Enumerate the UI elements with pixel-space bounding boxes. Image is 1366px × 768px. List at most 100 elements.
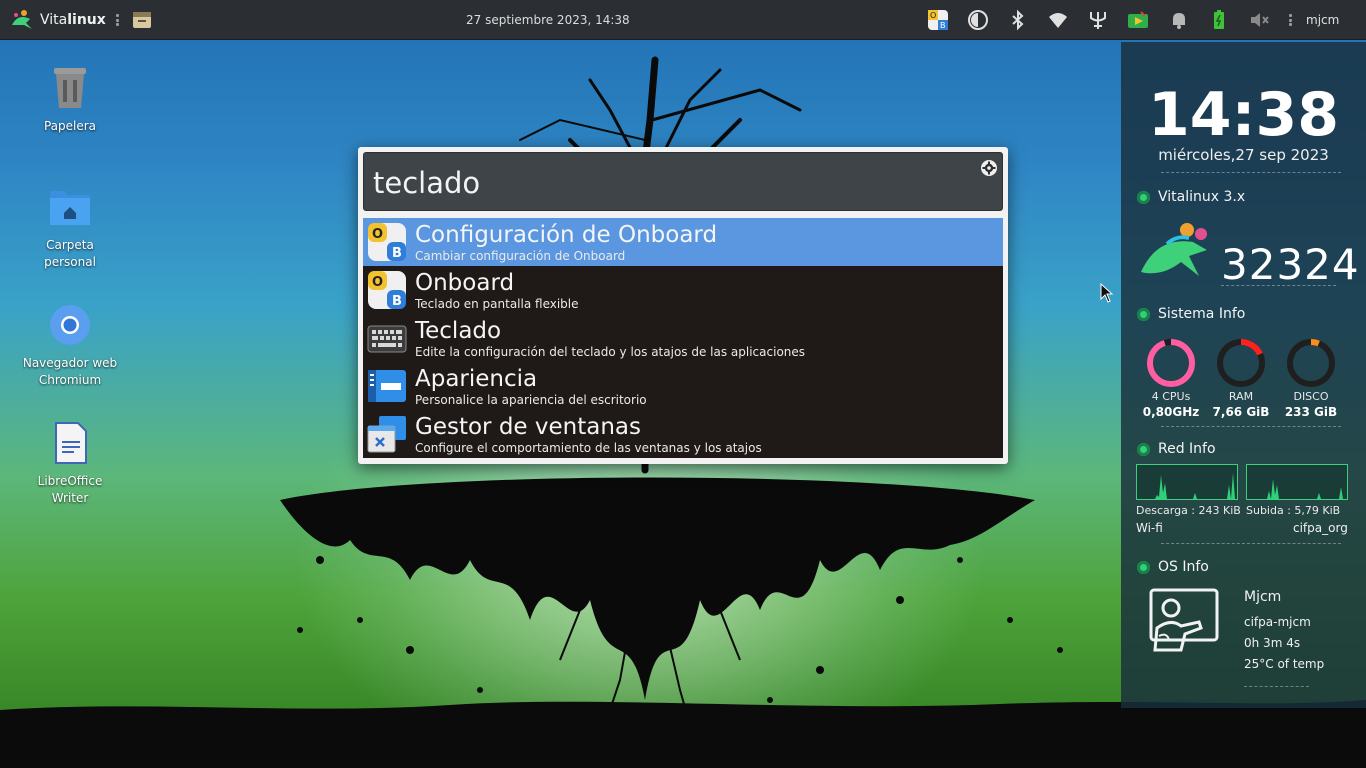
gauge-label: RAM [1228, 390, 1254, 403]
svg-text:O: O [372, 227, 383, 242]
launcher-result-onboard[interactable]: OB Onboard Teclado en pantalla flexible [363, 266, 1003, 314]
os-hostname: cifpa-mjcm [1244, 615, 1311, 629]
section-title: Vitalinux 3.x [1158, 189, 1246, 205]
home-folder-icon [46, 183, 94, 231]
mouse-pointer-icon [1100, 282, 1114, 303]
download-rate: Descarga : 243 KiB [1136, 504, 1241, 517]
result-title: Onboard [415, 270, 515, 296]
upload-graph [1246, 464, 1348, 500]
status-dot-icon [1137, 307, 1150, 321]
result-title: Configuración de Onboard [415, 222, 718, 248]
panel-separator [116, 14, 120, 26]
onboard-icon: OB [367, 222, 407, 262]
divider [1161, 543, 1341, 544]
vitalinux-logo-icon [1137, 220, 1222, 285]
result-title: Gestor de ventanas [415, 414, 641, 440]
status-dot-icon [1137, 190, 1150, 204]
bluetooth-icon[interactable] [1007, 9, 1029, 31]
svg-text:O: O [372, 275, 383, 290]
gear-icon [981, 160, 997, 176]
trident-tray-icon[interactable] [1087, 9, 1109, 31]
launcher-result-appearance[interactable]: Apariencia Personalice la apariencia del… [363, 362, 1003, 410]
os-temperature: 25°C of temp [1244, 657, 1325, 671]
disk-gauge: DISCO 233 GiB [1281, 338, 1341, 419]
notifications-bell-icon[interactable] [1168, 9, 1190, 31]
upload-rate: Subida : 5,79 KiB [1246, 504, 1341, 517]
launcher-results-list: OB Configuración de Onboard Cambiar conf… [363, 218, 1003, 458]
visit-counter: 32324 [1221, 240, 1360, 289]
brand-prefix: Vita [40, 12, 68, 28]
network-interface: Wi-fi [1136, 521, 1163, 535]
user-menu-button[interactable]: mjcm [1306, 0, 1339, 40]
vitalinux-logo-icon [12, 10, 32, 29]
desktop-icon-label: Carpeta personal [44, 238, 96, 269]
vitalinux-section-header: Vitalinux 3.x [1137, 187, 1245, 207]
os-section-header: OS Info [1137, 557, 1209, 577]
top-panel: Vitalinux 27 septiembre 2023, 14:38 OB m… [0, 0, 1366, 40]
svg-text:B: B [940, 21, 946, 30]
section-title: Sistema Info [1158, 306, 1246, 322]
conky-widget-panel: 14:38 miércoles,27 sep 2023 Vitalinux 3.… [1121, 42, 1366, 708]
launcher-result-onboard-settings[interactable]: OB Configuración de Onboard Cambiar conf… [363, 218, 1003, 266]
result-description: Personalice la apariencia del escritorio [415, 393, 647, 407]
desktop-icon-home-folder[interactable]: Carpeta personal [20, 183, 120, 271]
panel-clock[interactable]: 27 septiembre 2023, 14:38 [466, 0, 630, 40]
volume-muted-icon[interactable] [1248, 9, 1270, 31]
network-name: cifpa_org [1293, 521, 1348, 535]
gauge-value: 233 GiB [1284, 405, 1338, 419]
media-tray-icon[interactable] [1127, 9, 1149, 31]
desktop-icon-label: LibreOffice Writer [37, 474, 103, 505]
launcher-result-window-manager[interactable]: Gestor de ventanas Configure el comporta… [363, 410, 1003, 458]
brand-bold: linux [67, 12, 106, 28]
window-manager-icon [367, 414, 407, 454]
file-manager-launcher-icon[interactable] [131, 9, 153, 31]
svg-text:O: O [930, 11, 936, 20]
svg-text:B: B [392, 294, 402, 309]
user-name: mjcm [1306, 13, 1340, 27]
ram-gauge: RAM 7,66 GiB [1211, 338, 1271, 419]
section-title: OS Info [1158, 559, 1209, 575]
gauge-ring [1217, 339, 1265, 387]
writer-icon [46, 419, 94, 467]
battery-icon[interactable] [1208, 9, 1230, 31]
divider [1244, 686, 1309, 687]
gauge-ring [1287, 339, 1335, 387]
divider [1161, 172, 1341, 173]
status-dot-icon [1137, 442, 1150, 456]
launcher-search-input[interactable] [373, 163, 963, 203]
wifi-icon[interactable] [1047, 9, 1069, 31]
result-title: Teclado [415, 318, 502, 344]
cpu-gauge: 4 CPUs 0,80GHz [1141, 338, 1201, 419]
gauge-label: 4 CPUs [1151, 390, 1191, 403]
desktop-icon-chromium[interactable]: Navegador web Chromium [20, 301, 120, 389]
sistema-section-header: Sistema Info [1137, 304, 1245, 324]
onboard-tray-icon[interactable]: OB [927, 9, 949, 31]
gauge-label: DISCO [1293, 390, 1329, 403]
desktop-icon-writer[interactable]: LibreOffice Writer [20, 419, 120, 507]
contrast-icon[interactable] [967, 9, 989, 31]
widget-clock: 14:38 [1148, 80, 1339, 150]
appearance-icon [367, 366, 407, 406]
divider [1221, 285, 1336, 286]
launcher-search-box [363, 152, 1003, 211]
red-section-header: Red Info [1137, 439, 1216, 459]
brand-name: Vitalinux [40, 12, 106, 28]
result-title: Apariencia [415, 366, 538, 392]
launcher-result-keyboard[interactable]: Teclado Edite la configuración del tecla… [363, 314, 1003, 362]
app-launcher-dialog: OB Configuración de Onboard Cambiar conf… [358, 147, 1008, 464]
trash-icon [46, 64, 94, 112]
vitalinux-menu-button[interactable]: Vitalinux [10, 0, 106, 40]
chromium-icon [46, 301, 94, 349]
divider [1161, 426, 1341, 427]
result-description: Teclado en pantalla flexible [415, 297, 579, 311]
os-user: Mjcm [1244, 589, 1282, 605]
launcher-settings-button[interactable] [980, 159, 998, 177]
section-title: Red Info [1158, 441, 1216, 457]
result-description: Configure el comportamiento de las venta… [415, 441, 762, 455]
teacher-board-icon [1147, 588, 1221, 656]
gauge-value: 0,80GHz [1142, 405, 1200, 419]
svg-text:B: B [392, 246, 402, 261]
desktop-icon-trash[interactable]: Papelera [20, 64, 120, 135]
desktop-icon-label: Navegador web Chromium [22, 356, 118, 387]
result-description: Edite la configuración del teclado y los… [415, 345, 806, 359]
